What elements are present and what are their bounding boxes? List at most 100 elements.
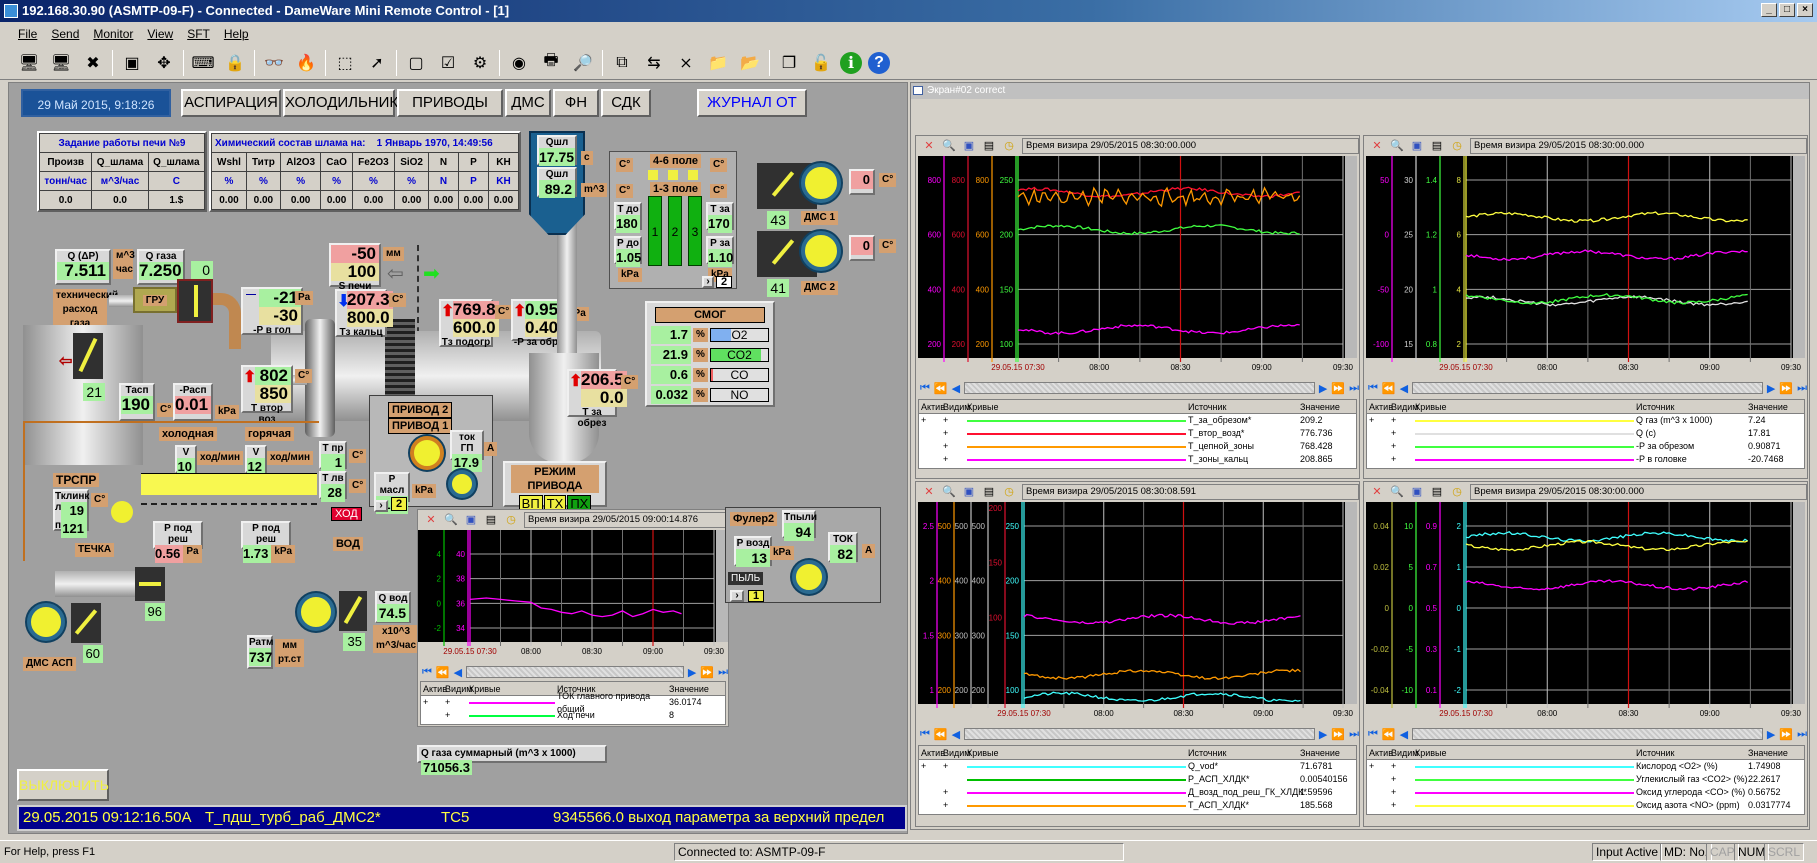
legend-row[interactable]: + Ход печи 8 <box>421 709 725 722</box>
clear-icon[interactable]: ▣ <box>1410 139 1424 153</box>
legend-column-header[interactable]: Значение <box>1748 400 1804 413</box>
ef-field-2[interactable]: 2 <box>668 196 682 266</box>
legend-column-header[interactable]: Значение <box>1748 746 1804 759</box>
legend-column-header[interactable]: Значение <box>669 682 725 695</box>
close-button[interactable]: × <box>1797 3 1813 17</box>
legend-column-header[interactable]: Значение <box>1300 746 1356 759</box>
pointer-icon[interactable]: ➚ <box>364 50 390 76</box>
nav-next-page-icon[interactable]: ⏩ <box>700 666 714 679</box>
share-icon[interactable]: ⇆ <box>641 50 667 76</box>
legend-row[interactable]: + T_втор_возд* 776.736 <box>919 427 1356 440</box>
aspiration-fan[interactable] <box>297 593 335 631</box>
nav-prev-icon[interactable]: ◀ <box>952 382 960 395</box>
clear-icon[interactable]: ▣ <box>962 139 976 153</box>
legend-row[interactable]: + Оксид углерода <CO> (%) 0.56752 <box>1367 786 1804 799</box>
zoom-icon[interactable]: 🔍 <box>1390 485 1404 499</box>
lock-keyboard-icon[interactable]: 🔒 <box>222 50 248 76</box>
ef-next-button[interactable]: › <box>702 276 714 288</box>
legend-column-header[interactable]: Актив <box>421 682 447 695</box>
clear-icon[interactable]: ▣ <box>464 513 478 527</box>
time-scrollbar[interactable] <box>466 666 684 678</box>
legend-visible[interactable]: + <box>943 414 967 427</box>
delete-curve-icon[interactable]: ✕ <box>1370 485 1384 499</box>
nav-next-icon[interactable]: ▶ <box>688 666 696 679</box>
nav-prev-page-icon[interactable]: ⏪ <box>934 382 948 395</box>
nav-fn[interactable]: ФН <box>553 89 599 117</box>
legend-column-header[interactable]: Кривые <box>967 400 1188 413</box>
nav-prev-icon[interactable]: ◀ <box>1400 728 1408 741</box>
delete-curve-icon[interactable]: ✕ <box>922 139 936 153</box>
vertical-scrollbar[interactable] <box>1345 502 1357 704</box>
legend-column-header[interactable]: Видим <box>445 682 473 695</box>
clock-icon[interactable]: ◷ <box>1002 485 1016 499</box>
fire-icon[interactable]: 🔥 <box>293 50 319 76</box>
time-scrollbar[interactable] <box>1412 382 1763 394</box>
legend-visible[interactable]: + <box>445 696 469 709</box>
nav-first-icon[interactable]: ⏮ <box>920 382 930 395</box>
keyboard-abcd-icon[interactable]: ⌨ <box>190 50 216 76</box>
legend-visible[interactable]: + <box>1391 799 1415 812</box>
legend-visible[interactable]: + <box>1391 786 1415 799</box>
legend-row[interactable]: + T_зоны_кальц 208.865 <box>919 453 1356 466</box>
frame-icon[interactable]: ▢ <box>403 50 429 76</box>
window-cursor-icon[interactable]: ⬚ <box>332 50 358 76</box>
legend-visible[interactable]: + <box>1391 760 1415 773</box>
nav-cooler[interactable]: ХОЛОДИЛЬНИК <box>283 89 398 117</box>
nav-next-page-icon[interactable]: ⏩ <box>1779 728 1793 741</box>
properties-icon[interactable]: ▤ <box>1430 485 1444 499</box>
delete-curve-icon[interactable]: ✕ <box>1370 139 1384 153</box>
legend-column-header[interactable]: Видим <box>943 400 971 413</box>
legend-active[interactable]: + <box>919 760 943 773</box>
remote-disconnect-icon[interactable]: 🖥 <box>48 50 74 76</box>
dms2-fan[interactable] <box>801 231 841 271</box>
dms1-fan[interactable] <box>801 163 841 203</box>
legend-column-header[interactable]: Актив <box>919 746 945 759</box>
nav-journal[interactable]: ЖУРНАЛ ОТ <box>697 89 807 117</box>
checklist-icon[interactable]: ☑ <box>435 50 461 76</box>
legend-row[interactable]: + + ТОК главного привода общий 36.0174 <box>421 691 725 714</box>
clock-icon[interactable]: ◷ <box>1450 139 1464 153</box>
nav-prev-icon[interactable]: ◀ <box>952 728 960 741</box>
nav-prev-page-icon[interactable]: ⏪ <box>934 728 948 741</box>
legend-column-header[interactable]: Актив <box>919 400 945 413</box>
nav-drives[interactable]: ПРИВОДЫ <box>397 89 503 117</box>
nav-next-page-icon[interactable]: ⏩ <box>1331 728 1345 741</box>
clear-icon[interactable]: ▣ <box>1410 485 1424 499</box>
legend-visible[interactable]: + <box>943 427 967 440</box>
legend-visible[interactable]: + <box>943 440 967 453</box>
menu-help[interactable]: Help <box>224 24 249 44</box>
legend-row[interactable]: + -P за обрезом 0.90871 <box>1367 440 1804 453</box>
view-glasses-icon[interactable]: 👓 <box>261 50 287 76</box>
legend-active[interactable]: + <box>421 696 445 709</box>
nav-last-icon[interactable]: ⏭ <box>1349 382 1359 395</box>
legend-column-header[interactable]: Источник <box>1188 746 1300 759</box>
nav-dms[interactable]: ДМС <box>505 89 551 117</box>
nav-next-icon[interactable]: ▶ <box>1319 382 1327 395</box>
move-icon[interactable]: ✥ <box>151 50 177 76</box>
legend-column-header[interactable]: Видим <box>1391 400 1419 413</box>
nav-next-page-icon[interactable]: ⏩ <box>1779 382 1793 395</box>
remote-connect-icon[interactable]: 🖥 <box>16 50 42 76</box>
windows-icon[interactable]: ❐ <box>776 50 802 76</box>
legend-active[interactable]: + <box>919 414 943 427</box>
nav-next-page-icon[interactable]: ⏩ <box>1331 382 1345 395</box>
legend-visible[interactable]: + <box>445 709 469 722</box>
properties-icon[interactable]: ▤ <box>982 139 996 153</box>
legend-row[interactable]: P_АСП_ХЛДК* 0.00540156 <box>919 773 1356 786</box>
properties-icon[interactable]: ▤ <box>484 513 498 527</box>
gas-valve[interactable] <box>177 279 213 323</box>
copy-computer-icon[interactable]: ⧉ <box>609 50 635 76</box>
nav-last-icon[interactable]: ⏭ <box>718 666 728 679</box>
nav-last-icon[interactable]: ⏭ <box>1797 728 1807 741</box>
legend-column-header[interactable]: Актив <box>1367 400 1393 413</box>
nav-prev-icon[interactable]: ◀ <box>454 666 462 679</box>
nav-first-icon[interactable]: ⏮ <box>422 666 432 679</box>
nav-sdk[interactable]: СДК <box>601 89 651 117</box>
menu-send[interactable]: Send <box>51 24 79 44</box>
nav-last-icon[interactable]: ⏭ <box>1797 382 1807 395</box>
vertical-scrollbar[interactable] <box>1793 156 1805 358</box>
time-scrollbar[interactable] <box>964 382 1315 394</box>
trend-chart[interactable]: 50 0 -50 -100 30 25 20 15 1.4 1.2 1 0.8 8 6 4 2 29.05.15… <box>1366 156 1805 376</box>
help-icon[interactable]: ? <box>868 51 890 74</box>
alarm-bar[interactable]: 29.05.2015 09:12:16.50A Т_пдш_турб_раб_Д… <box>17 805 907 831</box>
